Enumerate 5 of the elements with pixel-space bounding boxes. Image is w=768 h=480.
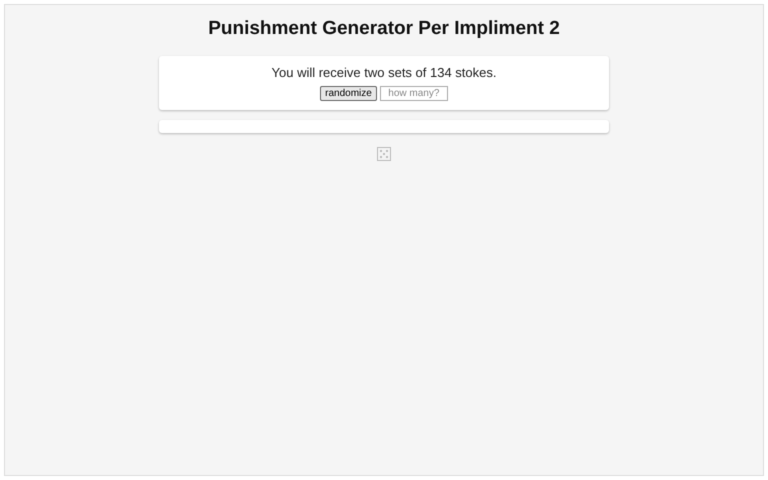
dice-icon[interactable] bbox=[377, 147, 391, 161]
randomize-button[interactable]: randomize bbox=[320, 86, 377, 101]
result-text: You will receive two sets of 134 stokes. bbox=[272, 65, 496, 80]
page-title: Punishment Generator Per Impliment 2 bbox=[208, 18, 560, 40]
count-field[interactable]: how many? bbox=[380, 86, 448, 101]
